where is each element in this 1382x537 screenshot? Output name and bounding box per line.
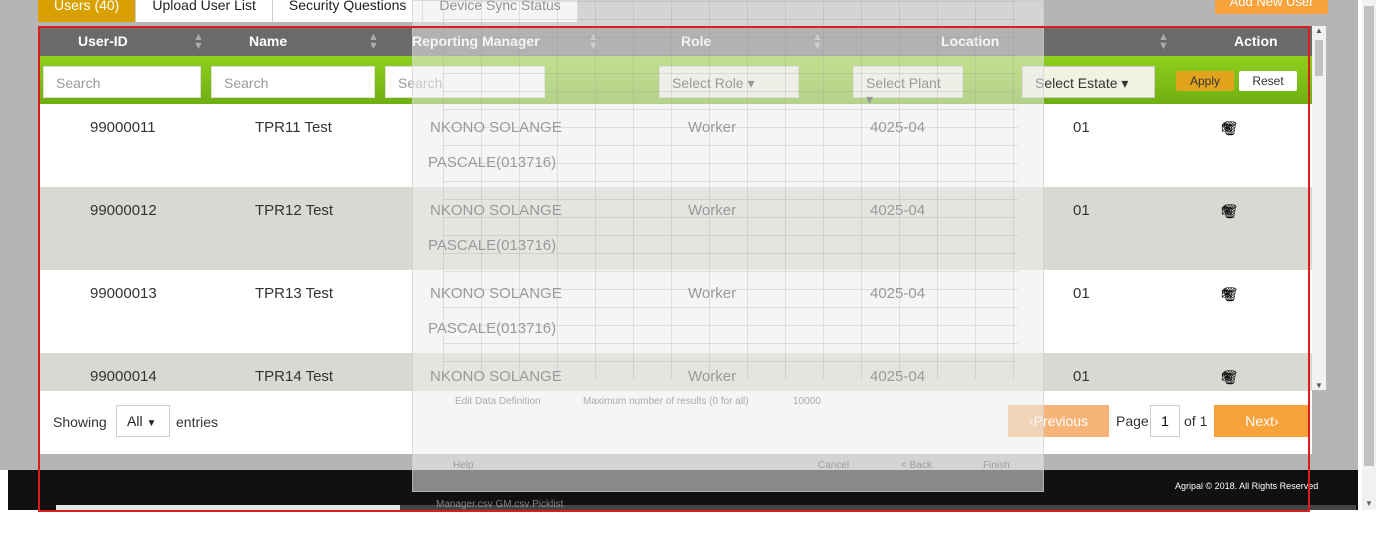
role-select[interactable]: Select Role ▾ [659,66,799,98]
table-row: 99000013 TPR13 Test NKONO SOLANGE PASCAL… [38,270,1312,353]
page-scrollbar[interactable]: ▼ [1362,0,1376,510]
previous-button[interactable]: ‹Previous [1008,405,1109,437]
plant-cell: 4025-04 [870,119,926,136]
name-cell: TPR13 Test [255,285,334,302]
trash-icon[interactable]: 🗑 [1221,286,1239,303]
manager-cell: NKONO SOLANGE [430,119,562,136]
scroll-down-icon[interactable]: ▼ [1315,381,1323,390]
user-id-cell: 99000013 [90,285,157,302]
plant-cell: 4025-04 [870,368,926,385]
user-id-cell: 99000012 [90,202,157,219]
taskbar-segment [56,505,400,510]
manager-cell: NKONO SOLANGE [430,202,562,219]
table-row: 99000014 TPR14 Test NKONO SOLANGE Worker… [38,353,1312,391]
sort-icon[interactable]: ▲ ▼ [368,32,379,52]
tab-device-sync-status[interactable]: Device Sync Status [423,0,578,22]
users-table-panel: User-ID ▲ ▼ Name ▲ ▼ Reporting Manager ▲ ▼ … [38,26,1312,454]
table-row: 99000012 TPR12 Test NKONO SOLANGE PASCAL… [38,187,1312,270]
tab-upload-user-list[interactable]: Upload User List [136,0,273,22]
showing-label: Showing [53,414,107,430]
col-reporting-manager[interactable]: Reporting Manager [412,33,540,49]
estate-cell: 01 [1073,368,1090,385]
trash-icon[interactable]: 🗑 [1221,120,1239,137]
next-button[interactable]: Next› [1214,405,1310,437]
entries-label: entries [176,414,219,430]
table-footer: Showing All ▼ entries ‹Previous Page 1 o… [38,391,1312,454]
add-new-user-button[interactable]: Add New User [1215,0,1328,14]
table-header: User-ID ▲ ▼ Name ▲ ▼ Reporting Manager ▲ ▼ … [38,26,1312,56]
col-name[interactable]: Name [249,33,287,49]
user-id-search-input[interactable]: Search [43,66,201,98]
role-cell: Worker [688,202,737,219]
col-action: Action [1234,33,1278,49]
tab-security-questions[interactable]: Security Questions [272,0,424,22]
scroll-down-icon[interactable]: ▼ [1365,499,1373,508]
col-role[interactable]: Role [681,33,711,49]
page-total-label: of 1 [1184,413,1208,429]
estate-select[interactable]: Select Estate ▾ [1022,66,1155,98]
sort-icon[interactable]: ▲ ▼ [1158,32,1169,52]
manager-search-input[interactable]: Search [385,66,545,98]
sort-icon[interactable]: ▲ ▼ [193,32,204,52]
user-id-cell: 99000011 [90,119,156,136]
sort-icon[interactable]: ▲ ▼ [588,32,599,52]
page-label: Page [1116,413,1149,429]
copyright-text: Agripal © 2018. All Rights Reserved [1175,481,1319,491]
estate-cell: 01 [1073,119,1090,136]
sort-icon[interactable]: ▲ ▼ [812,32,823,52]
col-location[interactable]: Location [941,33,999,49]
role-cell: Worker [688,119,737,136]
ghost-taskbar-text: Manager.csv GM.csv Picklist [436,499,564,510]
page: ▼ Users (40) Upload User List Security Q… [0,0,1382,537]
chevron-down-icon: ▼ [146,418,157,429]
user-id-cell: 99000014 [90,368,157,385]
site-footer [8,470,1358,510]
role-cell: Worker [688,368,737,385]
reset-button[interactable]: Reset [1239,71,1297,91]
scroll-up-icon[interactable]: ▲ [1315,26,1323,35]
trash-icon[interactable]: 🗑 [1221,203,1239,220]
manager-cell: NKONO SOLANGE [430,285,562,302]
trash-icon[interactable]: 🗑 [1221,369,1239,386]
plant-select[interactable]: Select Plant ▾ [853,66,963,107]
estate-cell: 01 [1073,285,1090,302]
role-cell: Worker [688,285,737,302]
table-scrollbar-thumb[interactable] [1315,40,1323,76]
manager-cell-line2: PASCALE(013716) [428,320,557,337]
tab-users[interactable]: Users (40) [38,0,137,22]
page-number-input[interactable]: 1 [1150,405,1180,437]
plant-cell: 4025-04 [870,202,926,219]
name-cell: TPR12 Test [255,202,334,219]
manager-cell: NKONO SOLANGE [430,368,562,385]
manager-cell-line2: PASCALE(013716) [428,154,557,171]
entries-select-value: All [127,413,143,429]
page-scrollbar-thumb[interactable] [1364,6,1374,466]
name-cell: TPR14 Test [255,368,334,385]
plant-cell: 4025-04 [870,285,926,302]
estate-cell: 01 [1073,202,1090,219]
tab-bar: Users (40) Upload User List Security Que… [38,0,578,22]
col-user-id[interactable]: User-ID [78,33,128,49]
entries-select[interactable]: All ▼ [116,405,170,437]
manager-cell-line2: PASCALE(013716) [428,237,557,254]
table-row: 99000011 TPR11 Test NKONO SOLANGE PASCAL… [38,104,1312,187]
table-body[interactable]: 99000011 TPR11 Test NKONO SOLANGE PASCAL… [38,104,1312,391]
name-cell: TPR11 Test [255,119,332,136]
apply-button[interactable]: Apply [1176,71,1234,91]
filter-bar: Search Search Search Select Role ▾ Selec… [38,56,1312,107]
table-scrollbar[interactable]: ▲ ▼ [1312,26,1326,390]
background-taskbar: Manager.csv GM.csv Picklist [56,499,1356,510]
name-search-input[interactable]: Search [211,66,375,98]
